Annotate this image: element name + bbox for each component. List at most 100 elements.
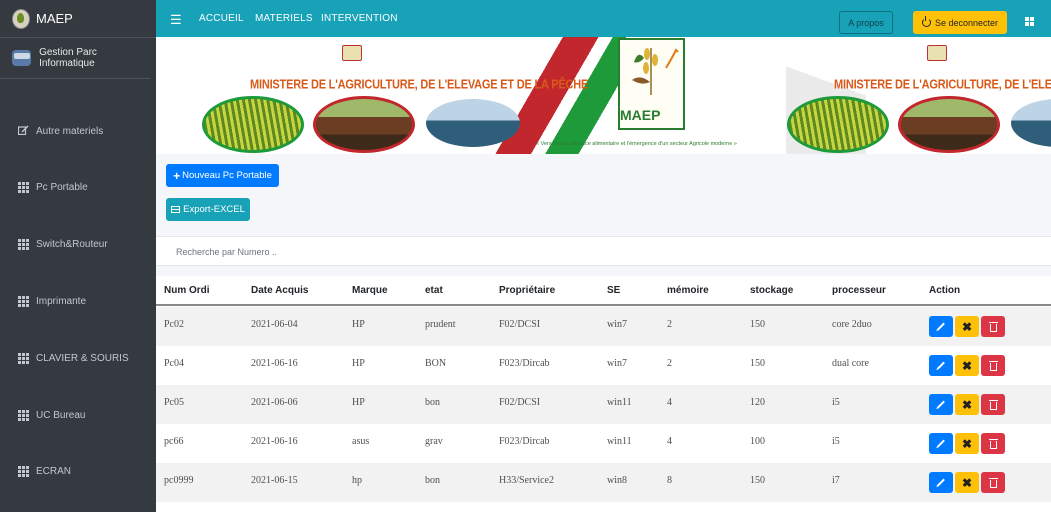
edit-button[interactable] (929, 355, 953, 376)
col-processeur[interactable]: processeur (832, 285, 886, 296)
zebu-plough-image-right (898, 96, 1000, 153)
col-stockage[interactable]: stockage (750, 285, 793, 296)
delete-button[interactable] (981, 472, 1005, 493)
emblem-right-icon (927, 45, 947, 61)
rice-field-image (202, 96, 304, 153)
maintenance-button[interactable]: ✖ (955, 394, 979, 415)
col-date-acquis[interactable]: Date Acquis (251, 285, 308, 296)
sidebar-item-uc-bureau[interactable]: UC Bureau (0, 405, 156, 425)
nav-link-accueil[interactable]: ACCUEIL (199, 13, 244, 24)
top-navbar: ☰ ACCUEIL MATERIELS INTERVENTION A propo… (156, 0, 1051, 37)
zebu-plough-image (313, 96, 415, 153)
banner-title-right: MINISTERE DE L'AGRICULTURE, DE L'ELEVAGE… (834, 78, 1051, 92)
trash-icon (988, 438, 998, 449)
cell-marque: hp (352, 475, 362, 486)
edit-button[interactable] (929, 433, 953, 454)
col-action: Action (929, 285, 961, 296)
col-se[interactable]: SE (607, 285, 620, 296)
sidebar-item-label: ECRAN (36, 465, 72, 477)
edit-button[interactable] (929, 394, 953, 415)
edit-button[interactable] (929, 472, 953, 493)
sidebar-item-label: Imprimante (36, 295, 87, 307)
col-proprietaire[interactable]: Propriétaire (499, 285, 555, 296)
cell-num-ordi: pc66 (164, 436, 184, 447)
sidebar-item-switch-routeur[interactable]: Switch&Routeur (0, 234, 156, 254)
brand-logo-icon (12, 8, 30, 29)
maintenance-button[interactable]: ✖ (955, 472, 979, 493)
apropos-button[interactable]: A propos (839, 11, 893, 34)
delete-button[interactable] (981, 433, 1005, 454)
cell-se: win7 (607, 319, 627, 330)
maintenance-button[interactable]: ✖ (955, 355, 979, 376)
grid-icon (18, 352, 29, 364)
cell-proprietaire: F02/DCSI (499, 397, 541, 408)
sidebar-item-pc-portable[interactable]: Pc Portable (0, 177, 156, 197)
cell-stockage: 150 (750, 475, 765, 486)
sidebar-item-label: Autre materiels (36, 125, 104, 137)
table-row: Pc02 2021-06-04 HP prudent F02/DCSI win7 2 150 c… (156, 307, 1051, 346)
banner-title-left: MINISTERE DE L'AGRICULTURE, DE L'ELEVAGE… (250, 78, 589, 92)
new-button-label: Nouveau Pc Portable (182, 170, 272, 181)
emblem-left-icon (342, 45, 362, 61)
new-pc-portable-button[interactable]: + Nouveau Pc Portable (166, 164, 279, 187)
row-actions: ✖ (929, 472, 1007, 493)
tools-icon: ✖ (961, 319, 973, 334)
cell-stockage: 150 (750, 358, 765, 369)
tools-icon: ✖ (961, 475, 973, 490)
col-num-ordi[interactable]: Num Ordi (164, 285, 210, 296)
apps-grid-icon[interactable] (1025, 17, 1034, 26)
delete-button[interactable] (981, 316, 1005, 337)
grid-icon (18, 238, 29, 250)
sidebar-item-label: Pc Portable (36, 181, 88, 193)
cell-memoire: 4 (667, 436, 672, 447)
sidebar-item-label: Switch&Routeur (36, 238, 108, 250)
trash-icon (988, 477, 998, 488)
col-memoire[interactable]: mémoire (667, 285, 709, 296)
edit-button[interactable] (929, 316, 953, 337)
table-header: Num Ordi Date Acquis Marque etat Proprié… (156, 276, 1051, 306)
row-actions: ✖ (929, 316, 1007, 337)
cell-date-acquis: 2021-06-15 (251, 475, 298, 486)
cell-etat: grav (425, 436, 443, 447)
logout-button[interactable]: Se deconnecter (913, 11, 1007, 34)
menu-toggle-icon[interactable]: ☰ (170, 12, 182, 28)
cell-date-acquis: 2021-06-06 (251, 397, 298, 408)
sidebar-item-imprimante[interactable]: Imprimante (0, 291, 156, 311)
cell-se: win11 (607, 436, 632, 447)
col-marque[interactable]: Marque (352, 285, 388, 296)
sidebar-item-label: CLAVIER & SOURIS (36, 352, 129, 364)
delete-button[interactable] (981, 355, 1005, 376)
cell-marque: HP (352, 397, 365, 408)
maintenance-button[interactable]: ✖ (955, 316, 979, 337)
export-button-label: Export-EXCEL (183, 204, 245, 215)
row-actions: ✖ (929, 394, 1007, 415)
sidebar-item-label: UC Bureau (36, 409, 86, 421)
delete-button[interactable] (981, 394, 1005, 415)
search-input[interactable] (174, 243, 878, 261)
maintenance-button[interactable]: ✖ (955, 433, 979, 454)
col-etat[interactable]: etat (425, 285, 443, 296)
user-panel[interactable]: Gestion Parc Informatique (0, 38, 150, 79)
sidebar-item-ecran[interactable]: ECRAN (0, 461, 156, 481)
cell-etat: BON (425, 358, 447, 369)
pencil-icon (937, 322, 945, 331)
cell-proprietaire: H33/Service2 (499, 475, 554, 486)
nav-link-materiels[interactable]: MATERIELS (255, 13, 313, 24)
sidebar-item-clavier-souris[interactable]: CLAVIER & SOURIS (0, 348, 156, 368)
cell-processeur: i7 (832, 475, 840, 486)
sidebar-item-autre-materiels[interactable]: Autre materiels (0, 121, 156, 141)
cell-date-acquis: 2021-06-16 (251, 436, 298, 447)
cell-marque: asus (352, 436, 370, 447)
banner: MINISTERE DE L'AGRICULTURE, DE L'ELEVAGE… (156, 37, 1051, 154)
brand-link[interactable]: MAEP (0, 0, 156, 38)
cell-proprietaire: F023/Dircab (499, 436, 550, 447)
sidebar: MAEP Gestion Parc Informatique Autre mat… (0, 0, 156, 512)
tools-icon: ✖ (961, 358, 973, 373)
nav-link-intervention[interactable]: INTERVENTION (321, 13, 398, 24)
cell-etat: bon (425, 475, 440, 486)
row-actions: ✖ (929, 433, 1007, 454)
export-excel-button[interactable]: Export-EXCEL (166, 198, 250, 221)
cell-memoire: 8 (667, 475, 672, 486)
cell-date-acquis: 2021-06-04 (251, 319, 298, 330)
power-icon (921, 16, 931, 27)
